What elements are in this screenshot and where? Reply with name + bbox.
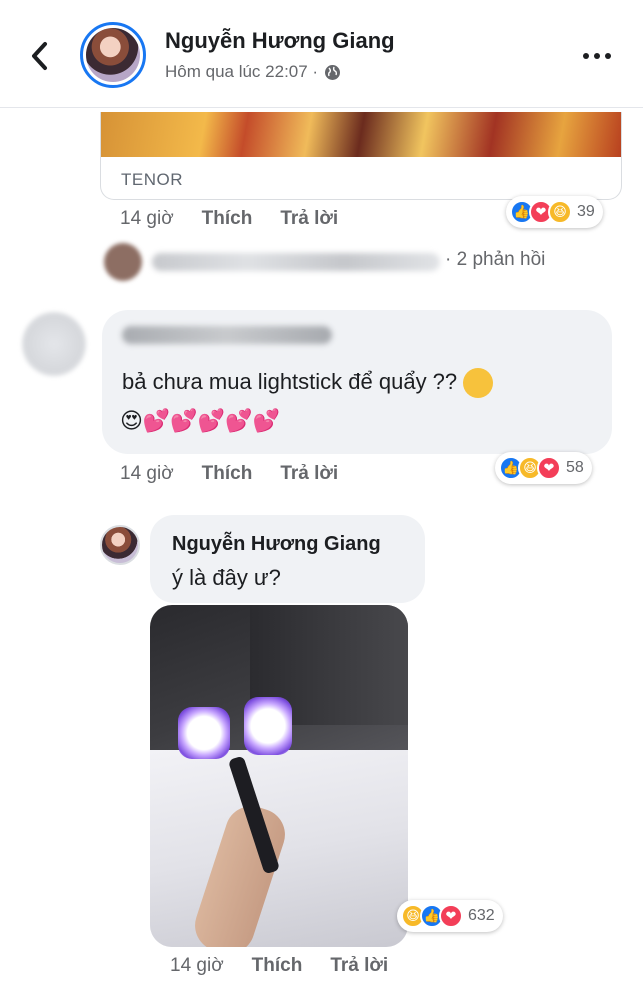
reply-preview-text[interactable] (152, 253, 440, 271)
post-timestamp[interactable]: Hôm qua lúc 22:07 · (165, 62, 318, 82)
like-button[interactable]: Thích (202, 208, 253, 230)
reply-button[interactable]: Trả lời (280, 463, 338, 485)
reply-photo[interactable] (150, 605, 408, 947)
comment-actions: 14 giờ Thích Trả lời (120, 463, 338, 485)
love-reaction-icon: ❤ (439, 904, 463, 928)
love-reaction-icon: ❤ (537, 456, 561, 480)
reaction-count: 39 (577, 203, 595, 220)
more-horizontal-icon (583, 53, 589, 59)
reaction-summary[interactable]: 👍 😆 ❤ 58 (495, 452, 592, 484)
comment-text: bả chưa mua lightstick để quẩy ?? (122, 368, 494, 398)
back-button[interactable] (22, 36, 56, 76)
like-button[interactable]: Thích (202, 463, 253, 485)
reply-author-avatar[interactable] (100, 525, 140, 565)
haha-reaction-icon: 😆 (548, 200, 572, 224)
gif-image (101, 112, 621, 157)
gif-source-label: TENOR (121, 170, 183, 189)
reply-actions: 14 giờ Thích Trả lời (170, 955, 388, 977)
comment-time[interactable]: 14 giờ (120, 208, 174, 230)
comment-time[interactable]: 14 giờ (120, 463, 174, 485)
comment-actions: 14 giờ Thích Trả lời (120, 208, 338, 230)
reply-preview-avatar[interactable] (104, 243, 142, 281)
gif-attachment[interactable]: TENOR (100, 112, 622, 200)
post-header: Nguyễn Hương Giang Hôm qua lúc 22:07 · (0, 0, 643, 108)
reply-bubble: Nguyễn Hương Giang ý là đây ư? (150, 515, 425, 603)
view-replies-link[interactable]: · 2 phản hồi (445, 249, 545, 271)
more-options-button[interactable] (577, 44, 617, 68)
like-button[interactable]: Thích (252, 955, 303, 977)
globe-icon (325, 64, 341, 80)
reply-button[interactable]: Trả lời (330, 955, 388, 977)
reply-author-name[interactable]: Nguyễn Hương Giang (172, 533, 381, 556)
comment-emoji-line: 😍💕💕💕💕💕 (120, 408, 280, 433)
comment-text-content: bả chưa mua lightstick để quẩy ?? (122, 368, 458, 394)
author-avatar[interactable] (80, 22, 146, 88)
reply-button[interactable]: Trả lời (280, 208, 338, 230)
post-meta: Hôm qua lúc 22:07 · (165, 62, 341, 82)
comment-bubble: bả chưa mua lightstick để quẩy ?? 😍💕💕💕💕💕 (102, 310, 612, 454)
laughing-emoji-icon (463, 368, 494, 398)
reaction-count: 58 (566, 459, 584, 476)
commenter-name[interactable] (122, 326, 332, 344)
reply-time[interactable]: 14 giờ (170, 955, 224, 977)
reply-text: ý là đây ư? (172, 565, 281, 590)
chevron-left-icon (32, 42, 47, 70)
author-name[interactable]: Nguyễn Hương Giang (165, 28, 395, 54)
reaction-summary[interactable]: 👍 ❤ 😆 39 (506, 196, 603, 228)
reaction-count: 632 (468, 907, 495, 924)
commenter-avatar[interactable] (22, 312, 86, 376)
reaction-summary[interactable]: 😆 👍 ❤ 632 (397, 900, 503, 932)
